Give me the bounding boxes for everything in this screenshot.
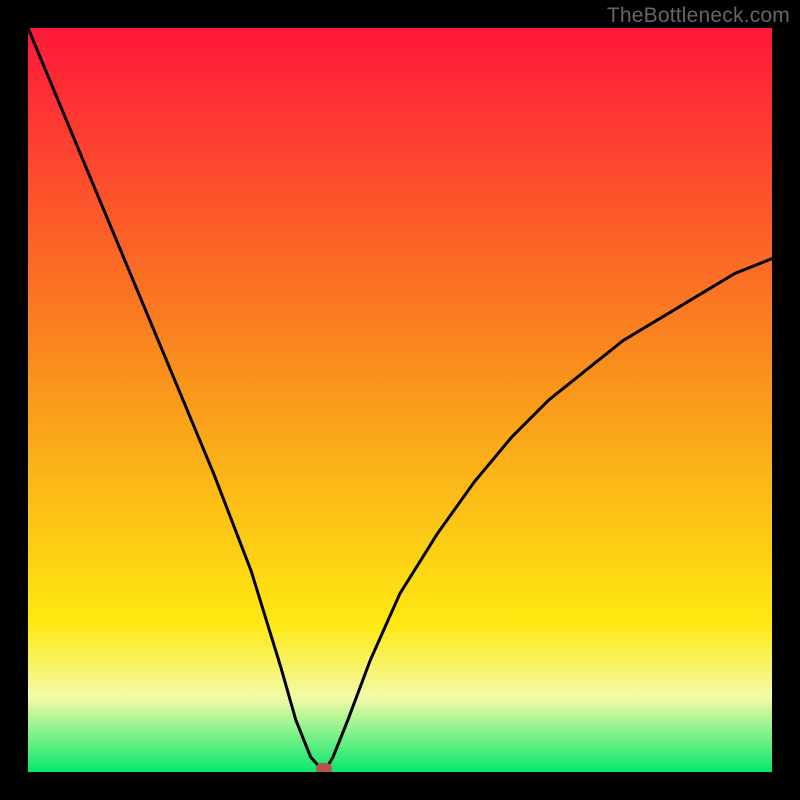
watermark-text: TheBottleneck.com [607, 4, 790, 28]
plot-area [28, 28, 772, 772]
chart-frame: TheBottleneck.com [0, 0, 800, 800]
chart-svg [28, 28, 772, 772]
min-marker [316, 763, 332, 772]
gradient-background [28, 28, 772, 772]
